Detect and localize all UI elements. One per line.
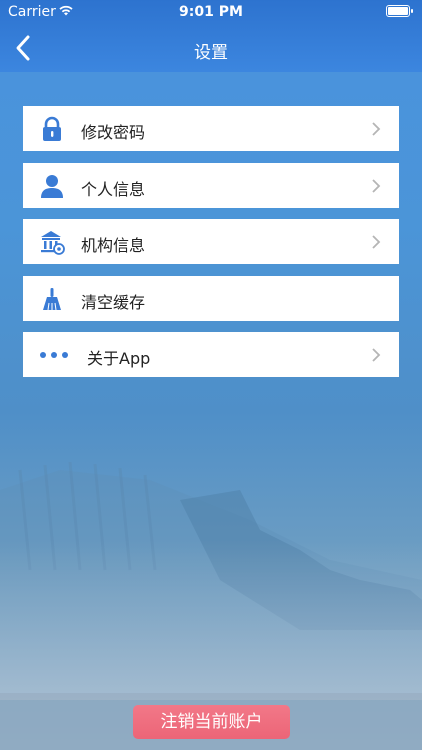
menu-item-organization-info[interactable]: 机构信息 [23,219,399,264]
menu-item-personal-info[interactable]: 个人信息 [23,162,399,208]
menu-item-label: 机构信息 [81,236,146,255]
person-icon [41,174,63,198]
chevron-right-icon [372,178,381,193]
header: Carrier 9:01 PM 设置 [0,0,422,72]
logout-button[interactable]: 注销当前账户 [133,705,290,739]
menu-item-about-app[interactable]: 关于App [23,332,399,377]
menu-item-clear-cache[interactable]: 清空缓存 [23,275,399,321]
menu-item-label: 清空缓存 [81,292,146,312]
status-bar: Carrier 9:01 PM [0,0,422,24]
clock: 9:01 PM [179,4,243,20]
menu-item-change-password[interactable]: 修改密码 [23,106,399,151]
menu-item-label: 个人信息 [81,179,146,199]
battery-icon [386,5,413,17]
settings-menu: 修改密码 个人信息 机构信息 清空缓存 关于App [23,106,399,389]
chevron-right-icon [372,122,381,136]
bank-icon [41,231,65,255]
menu-item-label: 关于App [87,349,151,368]
chevron-right-icon [372,348,381,362]
broom-icon [43,287,61,310]
menu-item-label: 修改密码 [81,123,146,142]
more-dots-icon [40,352,68,358]
chevron-right-icon [372,235,381,249]
lock-icon [43,116,61,141]
page-title: 设置 [194,43,228,63]
dam-background-image [0,461,422,700]
